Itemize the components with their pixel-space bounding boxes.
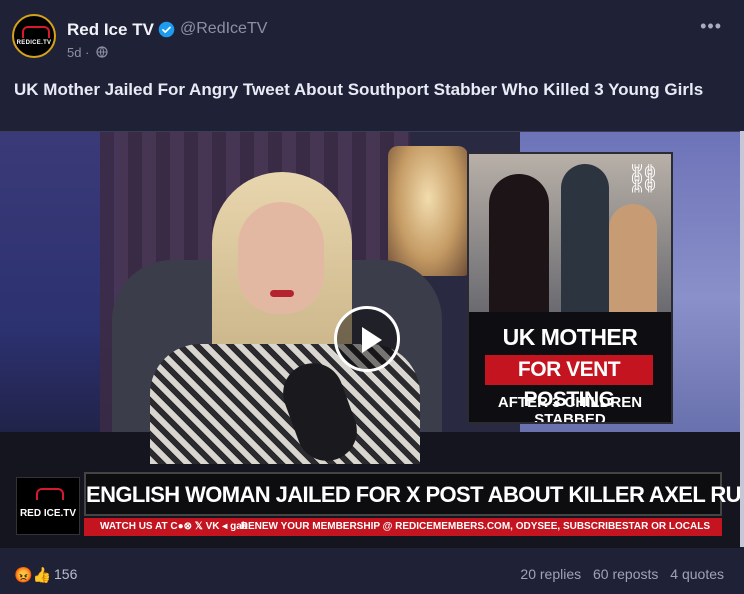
presenter-face bbox=[238, 202, 324, 314]
replies-link[interactable]: 20 replies bbox=[520, 566, 581, 582]
handcuffs-icon: ⛓ bbox=[625, 163, 661, 194]
post-age[interactable]: 5d · bbox=[67, 45, 89, 60]
more-options-icon[interactable]: ••• bbox=[700, 16, 722, 37]
play-button[interactable] bbox=[334, 306, 400, 372]
thumbnail-photo: ⛓ bbox=[469, 154, 671, 312]
reaction-count[interactable]: 156 bbox=[54, 566, 77, 582]
presenter-lips bbox=[270, 290, 294, 297]
ticker-right: RENEW YOUR MEMBERSHIP @ REDICEMEMBERS.CO… bbox=[240, 521, 710, 532]
ticker-bar: WATCH US AT C●⊗ 𝕏 VK ◂ gab RENEW YOUR ME… bbox=[84, 518, 722, 536]
lower-third-title: ENGLISH WOMAN JAILED FOR X POST ABOUT KI… bbox=[86, 482, 740, 507]
post-title[interactable]: UK Mother Jailed For Angry Tweet About S… bbox=[14, 78, 730, 102]
verified-icon bbox=[158, 21, 175, 38]
lamp bbox=[388, 146, 468, 276]
author-handle[interactable]: @RedIceTV bbox=[180, 20, 267, 38]
ticker-left: WATCH US AT C●⊗ 𝕏 VK ◂ gab bbox=[100, 521, 248, 532]
channel-logo: RED ICE.TV bbox=[16, 477, 80, 535]
play-icon bbox=[362, 327, 382, 353]
video-player[interactable]: ⛓ UK MOTHER JAILED FOR VENT POSTING AFTE… bbox=[0, 131, 740, 548]
inset-thumbnail: ⛓ UK MOTHER JAILED FOR VENT POSTING AFTE… bbox=[467, 152, 673, 424]
author-name[interactable]: Red Ice TV bbox=[67, 20, 154, 40]
channel-logo-text: RED ICE.TV bbox=[19, 508, 77, 519]
thumbnail-headline-3: AFTER 3 CHILDREN STABBED bbox=[497, 394, 643, 424]
post-card: REDICE.TV Red Ice TV @RedIceTV 5d · ••• … bbox=[0, 0, 744, 594]
globe-icon bbox=[96, 46, 108, 58]
quotes-link[interactable]: 4 quotes bbox=[670, 566, 724, 582]
avatar[interactable]: REDICE.TV bbox=[12, 14, 56, 58]
photo-person bbox=[489, 174, 549, 312]
photo-person bbox=[609, 204, 657, 312]
scrollbar[interactable] bbox=[740, 131, 744, 547]
photo-person bbox=[561, 164, 609, 312]
crown-icon bbox=[22, 26, 50, 38]
reaction-icons[interactable]: 😡👍 bbox=[14, 566, 51, 584]
thumbnail-headline-2: FOR VENT POSTING bbox=[485, 355, 653, 411]
post-stats: 20 replies 60 reposts 4 quotes bbox=[512, 566, 724, 582]
lower-third: ENGLISH WOMAN JAILED FOR X POST ABOUT KI… bbox=[84, 472, 740, 516]
avatar-text: REDICE.TV bbox=[16, 40, 52, 46]
reposts-link[interactable]: 60 reposts bbox=[593, 566, 658, 582]
crown-icon bbox=[36, 488, 64, 500]
